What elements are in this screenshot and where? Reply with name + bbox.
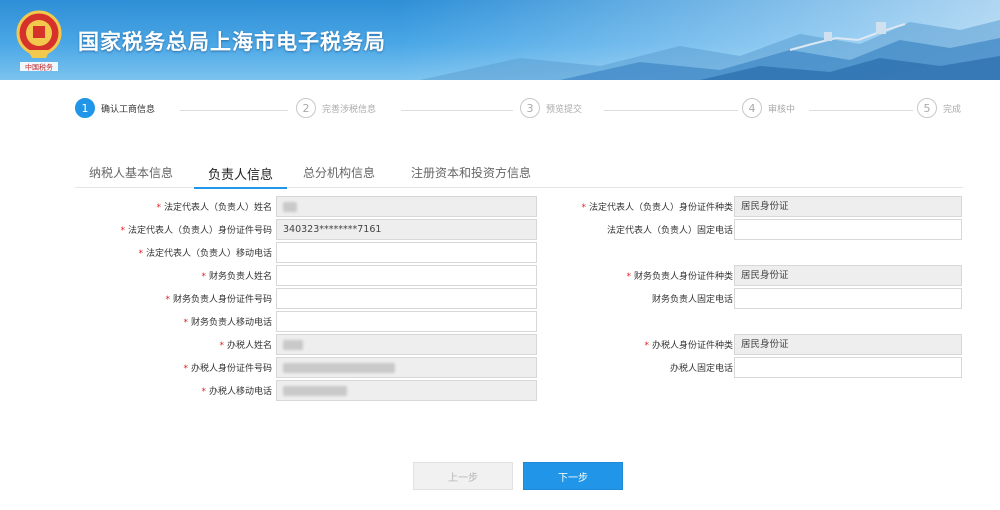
legal-rep-name-field xyxy=(276,196,537,217)
step-connector xyxy=(809,110,913,111)
step-3: 3 预览提交 xyxy=(520,98,582,118)
site-title: 国家税务总局上海市电子税务局 xyxy=(78,30,386,54)
step-connector xyxy=(180,110,288,111)
tax-agent-id-type-label: * 办税人身份证件种类 xyxy=(644,341,733,351)
tax-agent-id-type-field: 居民身份证 xyxy=(734,334,962,355)
svg-text:中国税务: 中国税务 xyxy=(25,63,53,72)
next-step-button[interactable]: 下一步 xyxy=(523,462,623,490)
step-number: 2 xyxy=(296,98,316,118)
tax-agent-mobile-field xyxy=(276,380,537,401)
tab-branch-info[interactable]: 总分机构信息 xyxy=(303,164,375,188)
header-banner: 中国税务 国家税务总局上海市电子税务局 xyxy=(0,0,1000,80)
finance-head-landline-label: 财务负责人固定电话 xyxy=(651,295,733,305)
legal-rep-name-label: * 法定代表人（负责人）姓名 xyxy=(156,203,272,213)
step-connector xyxy=(604,110,738,111)
step-number: 3 xyxy=(520,98,540,118)
step-connector xyxy=(401,110,513,111)
tab-taxpayer-basic-info[interactable]: 纳税人基本信息 xyxy=(89,164,173,188)
finance-head-id-input[interactable] xyxy=(276,288,537,309)
legal-rep-mobile-input[interactable] xyxy=(276,242,537,263)
legal-rep-id-field: 340323********7161 xyxy=(276,219,537,240)
tax-agent-mobile-label: * 办税人移动电话 xyxy=(201,387,272,397)
step-label: 预览提交 xyxy=(546,104,583,115)
legal-rep-landline-input[interactable] xyxy=(734,219,962,240)
legal-rep-id-label: * 法定代表人（负责人）身份证件号码 xyxy=(120,226,272,236)
finance-head-landline-input[interactable] xyxy=(734,288,962,309)
finance-head-id-label: * 财务负责人身份证件号码 xyxy=(165,295,272,305)
finance-head-mobile-label: * 财务负责人移动电话 xyxy=(183,318,272,328)
step-5: 5 完成 xyxy=(917,98,961,118)
progress-steps: 1 确认工商信息 2 完善涉税信息 3 预览提交 4 审核中 5 完成 xyxy=(75,98,965,124)
finance-head-name-label: * 财务负责人姓名 xyxy=(201,272,272,282)
legal-rep-mobile-label: * 法定代表人（负责人）移动电话 xyxy=(138,249,272,259)
tax-agent-id-field xyxy=(276,357,537,378)
step-number: 4 xyxy=(742,98,762,118)
step-label: 完成 xyxy=(943,104,962,115)
finance-head-mobile-input[interactable] xyxy=(276,311,537,332)
tax-agent-id-label: * 办税人身份证件号码 xyxy=(183,364,272,374)
step-number: 1 xyxy=(75,98,95,118)
tax-agent-landline-input[interactable] xyxy=(734,357,962,378)
step-1: 1 确认工商信息 xyxy=(75,98,155,118)
legal-rep-id-type-label: * 法定代表人（负责人）身份证件种类 xyxy=(581,203,733,213)
tax-agent-name-label: * 办税人姓名 xyxy=(219,341,272,351)
finance-head-id-type-label: * 财务负责人身份证件种类 xyxy=(626,272,733,282)
step-label: 确认工商信息 xyxy=(101,104,156,115)
tax-emblem-icon: 中国税务 xyxy=(16,10,62,72)
step-label: 完善涉税信息 xyxy=(322,104,377,115)
legal-rep-id-type-field: 居民身份证 xyxy=(734,196,962,217)
tab-responsible-person-info[interactable]: 负责人信息 xyxy=(193,164,288,189)
step-4: 4 审核中 xyxy=(742,98,795,118)
tax-agent-name-field xyxy=(276,334,537,355)
tax-agent-landline-label: 办税人固定电话 xyxy=(669,364,733,374)
tab-capital-investor-info[interactable]: 注册资本和投资方信息 xyxy=(411,164,531,188)
finance-head-id-type-field: 居民身份证 xyxy=(734,265,962,286)
step-label: 审核中 xyxy=(768,104,796,115)
step-number: 5 xyxy=(917,98,937,118)
step-2: 2 完善涉税信息 xyxy=(296,98,376,118)
previous-step-button[interactable]: 上一步 xyxy=(413,462,513,490)
finance-head-name-input[interactable] xyxy=(276,265,537,286)
tab-bar: 纳税人基本信息 负责人信息 总分机构信息 注册资本和投资方信息 xyxy=(75,158,963,189)
legal-rep-landline-label: 法定代表人（负责人）固定电话 xyxy=(606,226,733,236)
